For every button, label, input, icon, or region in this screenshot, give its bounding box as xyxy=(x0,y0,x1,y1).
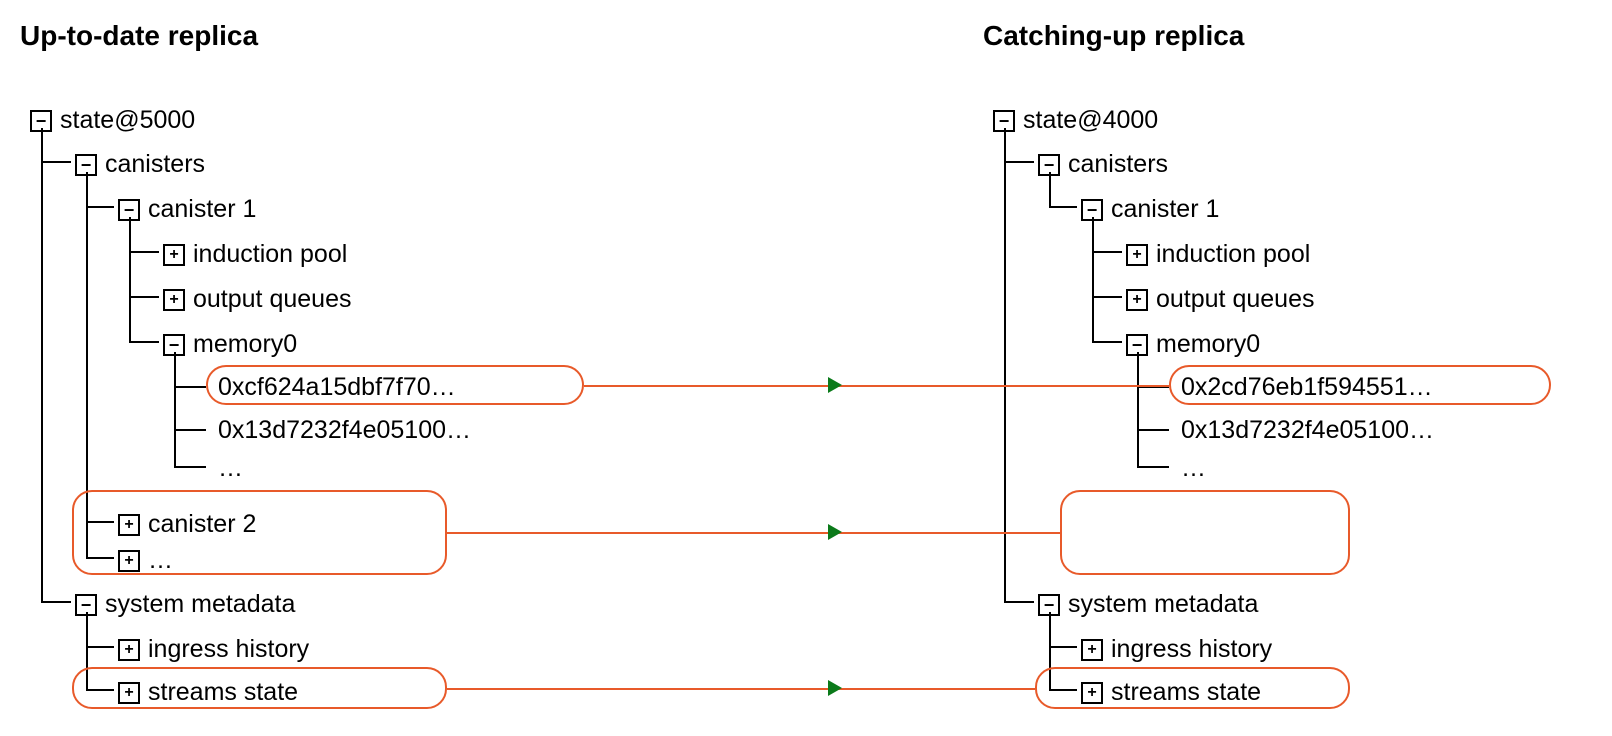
right-root[interactable]: state@4000 xyxy=(993,106,1158,135)
left-memory0-label: memory0 xyxy=(193,330,297,359)
right-streams-label: streams state xyxy=(1111,678,1261,707)
left-ingress-history[interactable]: ingress history xyxy=(118,635,309,664)
right-mem-dots: … xyxy=(1181,454,1206,483)
tree-line xyxy=(1137,352,1139,467)
left-hash2: 0x13d7232f4e05100… xyxy=(218,416,471,445)
expand-icon[interactable] xyxy=(118,550,140,572)
left-mem-dots-label: … xyxy=(218,454,243,483)
right-root-label: state@4000 xyxy=(1023,106,1158,135)
tree-line xyxy=(41,161,71,163)
arrow-icon xyxy=(828,377,842,393)
left-root[interactable]: state@5000 xyxy=(30,106,195,135)
tree-line xyxy=(1004,601,1034,603)
left-memory0[interactable]: memory0 xyxy=(163,330,297,359)
expand-icon[interactable] xyxy=(1126,289,1148,311)
expand-icon[interactable] xyxy=(1126,244,1148,266)
tree-line xyxy=(1049,172,1051,207)
right-hash2-label: 0x13d7232f4e05100… xyxy=(1181,416,1434,445)
right-canisters-label: canisters xyxy=(1068,150,1168,179)
right-memory0-label: memory0 xyxy=(1156,330,1260,359)
left-hash2-label: 0x13d7232f4e05100… xyxy=(218,416,471,445)
connector-canister2 xyxy=(447,532,1060,534)
left-canister-1-label: canister 1 xyxy=(148,195,256,224)
tree-line xyxy=(86,646,114,648)
right-ingress-label: ingress history xyxy=(1111,635,1272,664)
tree-line xyxy=(174,352,176,467)
expand-icon[interactable] xyxy=(1081,639,1103,661)
right-hash1-label: 0x2cd76eb1f594551… xyxy=(1181,373,1433,402)
right-hash1: 0x2cd76eb1f594551… xyxy=(1181,373,1433,402)
expand-icon[interactable] xyxy=(163,289,185,311)
expand-icon[interactable] xyxy=(118,639,140,661)
expand-icon[interactable] xyxy=(118,514,140,536)
left-hash1: 0xcf624a15dbf7f70… xyxy=(218,373,456,402)
left-canisters[interactable]: canisters xyxy=(75,150,205,179)
left-canisters-label: canisters xyxy=(105,150,205,179)
left-streams-state[interactable]: streams state xyxy=(118,678,298,707)
tree-line xyxy=(1004,128,1006,602)
tree-line xyxy=(129,296,159,298)
left-canister-1[interactable]: canister 1 xyxy=(118,195,256,224)
tree-line xyxy=(1092,341,1122,343)
arrow-icon xyxy=(828,680,842,696)
right-title: Catching-up replica xyxy=(983,20,1244,52)
left-system-metadata[interactable]: system metadata xyxy=(75,590,295,619)
tree-line xyxy=(174,429,206,431)
tree-line xyxy=(1049,646,1077,648)
tree-line xyxy=(1092,217,1094,342)
right-canisters[interactable]: canisters xyxy=(1038,150,1168,179)
left-canister-dots[interactable]: … xyxy=(118,546,173,575)
tree-line xyxy=(41,601,71,603)
tree-line xyxy=(1092,251,1122,253)
right-canister-1[interactable]: canister 1 xyxy=(1081,195,1219,224)
tree-line xyxy=(1137,429,1169,431)
tree-line xyxy=(41,128,43,602)
left-ingress-label: ingress history xyxy=(148,635,309,664)
left-output-label: output queues xyxy=(193,285,351,314)
left-mem-dots: … xyxy=(218,454,243,483)
right-induction-pool[interactable]: induction pool xyxy=(1126,240,1310,269)
right-canister-1-label: canister 1 xyxy=(1111,195,1219,224)
tree-line xyxy=(174,466,206,468)
left-canister-2[interactable]: canister 2 xyxy=(118,510,256,539)
expand-icon[interactable] xyxy=(118,682,140,704)
left-induction-label: induction pool xyxy=(193,240,347,269)
right-sysmeta-label: system metadata xyxy=(1068,590,1258,619)
left-sysmeta-label: system metadata xyxy=(105,590,295,619)
left-output-queues[interactable]: output queues xyxy=(163,285,351,314)
highlight-canister2-right xyxy=(1060,490,1350,575)
tree-line xyxy=(129,341,159,343)
right-memory0[interactable]: memory0 xyxy=(1126,330,1260,359)
left-canister-dots-label: … xyxy=(148,546,173,575)
tree-line xyxy=(129,251,159,253)
tree-line xyxy=(1049,206,1077,208)
tree-line xyxy=(174,386,206,388)
tree-line xyxy=(1004,161,1034,163)
tree-line xyxy=(129,217,131,342)
right-induction-label: induction pool xyxy=(1156,240,1310,269)
connector-hash1 xyxy=(584,385,1169,387)
connector-streams xyxy=(447,688,1035,690)
tree-line xyxy=(1092,296,1122,298)
right-mem-dots-label: … xyxy=(1181,454,1206,483)
left-root-label: state@5000 xyxy=(60,106,195,135)
left-induction-pool[interactable]: induction pool xyxy=(163,240,347,269)
left-canister-2-label: canister 2 xyxy=(148,510,256,539)
right-system-metadata[interactable]: system metadata xyxy=(1038,590,1258,619)
right-output-label: output queues xyxy=(1156,285,1314,314)
right-hash2: 0x13d7232f4e05100… xyxy=(1181,416,1434,445)
left-hash1-label: 0xcf624a15dbf7f70… xyxy=(218,373,456,402)
expand-icon[interactable] xyxy=(1081,682,1103,704)
expand-icon[interactable] xyxy=(163,244,185,266)
left-title: Up-to-date replica xyxy=(20,20,258,52)
arrow-icon xyxy=(828,524,842,540)
right-ingress-history[interactable]: ingress history xyxy=(1081,635,1272,664)
left-streams-label: streams state xyxy=(148,678,298,707)
right-output-queues[interactable]: output queues xyxy=(1126,285,1314,314)
right-streams-state[interactable]: streams state xyxy=(1081,678,1261,707)
tree-line xyxy=(1137,466,1169,468)
tree-line xyxy=(86,206,114,208)
